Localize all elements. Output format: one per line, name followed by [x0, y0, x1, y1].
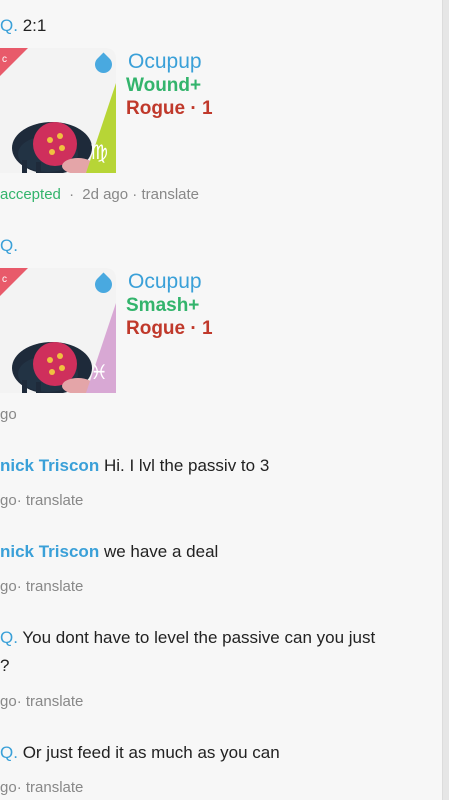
timestamp: go: [0, 578, 17, 595]
timestamp: 2d ago: [82, 186, 129, 203]
scrollbar[interactable]: [442, 0, 449, 800]
message-text: You dont have to level the passive can y…: [22, 628, 376, 647]
monster-role: Rogue · 1: [126, 98, 213, 119]
message-text-continued: ?: [0, 656, 10, 675]
translate-link[interactable]: translate: [26, 578, 84, 595]
message-meta: go· translate: [0, 578, 84, 595]
virgo-icon: ♍: [90, 142, 108, 164]
message-meta: go· translate: [0, 779, 84, 796]
status-accepted: accepted: [0, 186, 61, 203]
author-link[interactable]: Q.: [0, 628, 18, 647]
message-meta: go· translate: [0, 492, 84, 509]
message-row: Q. Or just feed it as much as you can: [0, 743, 280, 763]
monster-move: Smash+: [126, 295, 200, 316]
author-link[interactable]: Q.: [0, 743, 18, 762]
message-text: we have a deal: [103, 542, 219, 561]
timestamp: go: [0, 406, 17, 423]
message-row: nick Triscon we have a deal: [0, 542, 218, 562]
message-text: 2:1: [22, 16, 47, 35]
monster-role: Rogue · 1: [126, 318, 213, 339]
translate-link[interactable]: translate: [141, 186, 199, 203]
author-link[interactable]: Q.: [0, 16, 18, 35]
author-link[interactable]: Q.: [0, 236, 18, 255]
message-meta: go: [0, 406, 17, 423]
author-link[interactable]: nick Triscon: [0, 542, 99, 561]
timestamp: go: [0, 779, 17, 796]
rarity-ribbon-text: c: [2, 274, 7, 285]
translate-link[interactable]: translate: [26, 693, 84, 710]
pisces-icon: ♓: [90, 362, 108, 384]
translate-link[interactable]: translate: [26, 492, 84, 509]
monster-name[interactable]: Ocupup: [128, 270, 202, 294]
message-row: Q. You dont have to level the passive ca…: [0, 628, 375, 648]
message-row: Q.: [0, 236, 18, 256]
message-meta: accepted · 2d ago · translate: [0, 186, 200, 203]
translate-link[interactable]: translate: [26, 779, 84, 796]
message-text: Hi. I lvl the passiv to 3: [103, 456, 270, 475]
message-row: nick Triscon Hi. I lvl the passiv to 3: [0, 456, 269, 476]
rarity-ribbon-text: c: [2, 54, 7, 65]
author-link[interactable]: nick Triscon: [0, 456, 99, 475]
message-meta: go· translate: [0, 693, 84, 710]
monster-name[interactable]: Ocupup: [128, 50, 202, 74]
message-text: Or just feed it as much as you can: [22, 743, 280, 762]
message-row: Q. 2:1: [0, 16, 46, 36]
timestamp: go: [0, 492, 17, 509]
timestamp: go: [0, 693, 17, 710]
monster-move: Wound+: [126, 75, 202, 96]
